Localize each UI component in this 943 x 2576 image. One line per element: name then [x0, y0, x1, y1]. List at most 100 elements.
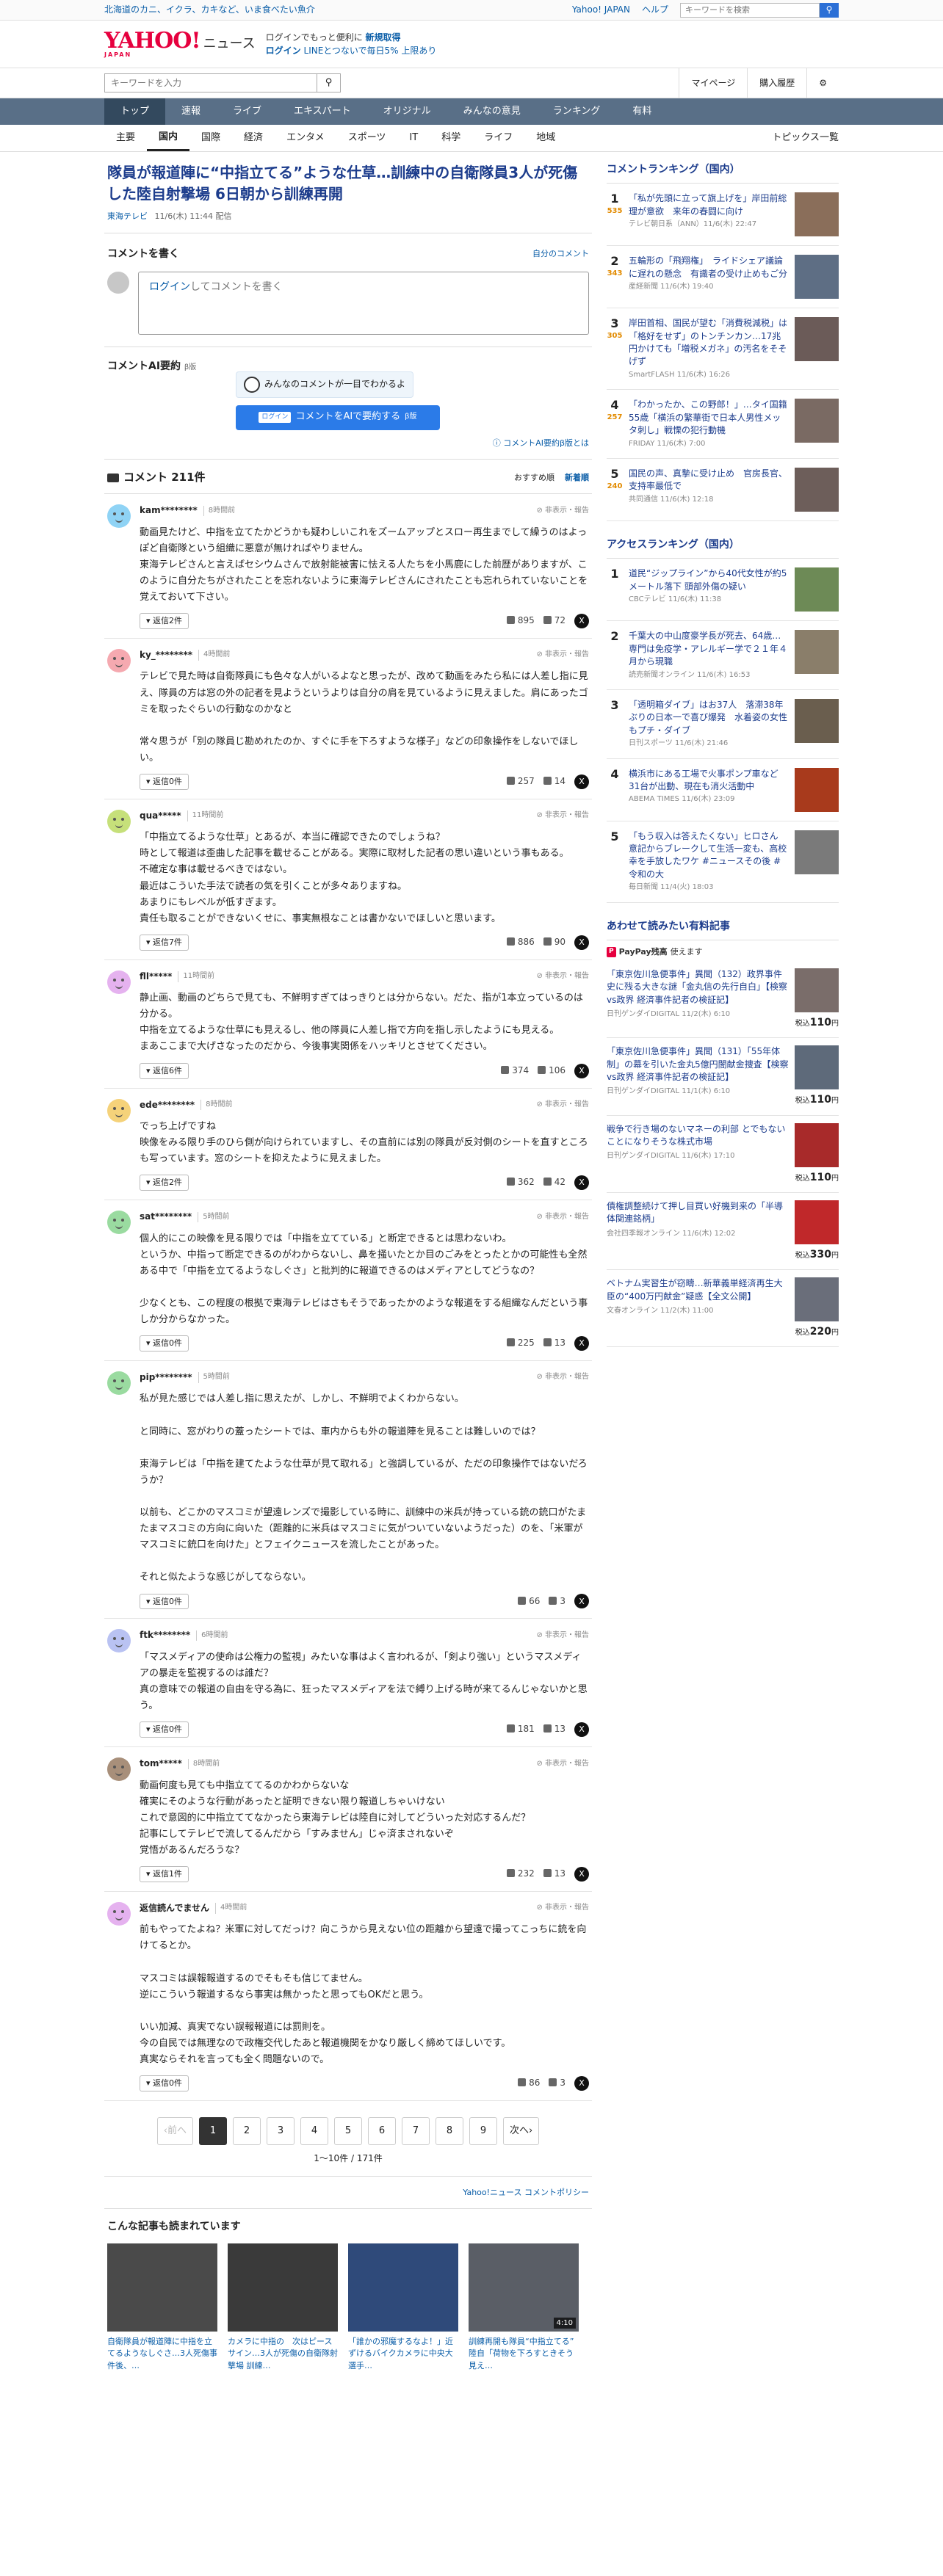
- search-icon[interactable]: ⚲: [317, 73, 341, 92]
- subnav-item[interactable]: IT: [397, 125, 430, 151]
- downvote-button[interactable]: 3: [549, 2077, 566, 2089]
- pager-page[interactable]: 1: [199, 2117, 227, 2146]
- upvote-button[interactable]: 66: [518, 1595, 540, 1608]
- comment-user[interactable]: ftk********: [140, 1629, 190, 1641]
- avatar[interactable]: [107, 1211, 131, 1235]
- related-article[interactable]: 自衛隊員が報道陣に中指を立てるようなしぐさ…3人死傷事件後、…: [107, 2243, 217, 2373]
- access-item[interactable]: 1 道民“ジップライン”から40代女性が約5メートル落下 頭部外傷の疑い CBCテレ…: [607, 559, 839, 622]
- downvote-button[interactable]: 42: [543, 1176, 566, 1189]
- access-item[interactable]: 2 千葉大の中山度豪学長が死去、64歳…専門は免疫学・アレルギー学で２１年４月から…: [607, 621, 839, 690]
- help-link[interactable]: ヘルプ: [642, 4, 668, 16]
- subnav-item[interactable]: 地域: [524, 125, 567, 151]
- x-share-icon[interactable]: X: [574, 1063, 589, 1078]
- report-link[interactable]: ⊘ 非表示・報告: [536, 1212, 589, 1223]
- report-link[interactable]: ⊘ 非表示・報告: [536, 1100, 589, 1111]
- report-link[interactable]: ⊘ 非表示・報告: [536, 650, 589, 661]
- report-link[interactable]: ⊘ 非表示・報告: [536, 810, 589, 821]
- report-link[interactable]: ⊘ 非表示・報告: [536, 1630, 589, 1641]
- article-source[interactable]: 東海テレビ: [107, 211, 148, 221]
- reply-button[interactable]: ▾ 返信6件: [140, 1062, 189, 1079]
- nav-item[interactable]: ライブ: [217, 98, 278, 125]
- upvote-button[interactable]: 362: [506, 1176, 535, 1189]
- my-comments-link[interactable]: 自分のコメント: [532, 248, 589, 260]
- access-item[interactable]: 5 「もう収入は答えたくない」ヒロさん 意記からブレークして生活一変も、高校幸を手…: [607, 821, 839, 903]
- access-item[interactable]: 3 「透明箱ダイブ」はお37人 落滞38年ぶりの日本一で喜び爆発 水着姿の女性もプ…: [607, 690, 839, 759]
- downvote-button[interactable]: 13: [543, 1723, 566, 1735]
- paid-article[interactable]: 「東京佐川急便事件」異聞（132）政界事件史に残る大きな謎「金丸信の先行自白」【…: [607, 961, 839, 1039]
- pager-page[interactable]: 3: [267, 2117, 295, 2146]
- reply-button[interactable]: ▾ 返信7件: [140, 934, 189, 951]
- x-share-icon[interactable]: X: [574, 935, 589, 950]
- avatar[interactable]: [107, 1757, 131, 1782]
- pager-page[interactable]: 4: [300, 2117, 328, 2146]
- downvote-button[interactable]: 13: [543, 1337, 566, 1349]
- upvote-button[interactable]: 86: [518, 2077, 540, 2089]
- reply-button[interactable]: ▾ 返信0件: [140, 1335, 189, 1352]
- comment-user[interactable]: 返信読んでません: [140, 1902, 209, 1915]
- upvote-button[interactable]: 886: [506, 936, 535, 948]
- upvote-button[interactable]: 232: [506, 1868, 535, 1880]
- paid-article[interactable]: ベトナム実習生が窃疇…新華義単経済再生大臣の“400万円献金”疑惑【全文公開】文…: [607, 1270, 839, 1348]
- nav-item[interactable]: みんなの意見: [447, 98, 537, 125]
- comment-user[interactable]: tom*****: [140, 1757, 182, 1770]
- access-item[interactable]: 4 横浜市にある工場で火事ポンプ車など31台が出動、現在も消火活動中 ABEMA T…: [607, 759, 839, 821]
- x-share-icon[interactable]: X: [574, 614, 589, 629]
- paid-article[interactable]: 債権調整続けて押し目買い好機到来の「半導体関連銘柄」 会社四季報オンライン 11/…: [607, 1193, 839, 1271]
- avatar[interactable]: [107, 1901, 131, 1926]
- pager-page[interactable]: 2: [233, 2117, 261, 2146]
- subnav-item[interactable]: 国内: [147, 125, 190, 151]
- reply-button[interactable]: ▾ 返信0件: [140, 1593, 189, 1610]
- avatar[interactable]: [107, 1371, 131, 1395]
- avatar[interactable]: [107, 1629, 131, 1653]
- login-link[interactable]: ログイン: [149, 281, 190, 293]
- nav-item[interactable]: エキスパート: [278, 98, 367, 125]
- ai-summarize-button[interactable]: ログイン コメントをAIで要約する β版: [236, 404, 440, 430]
- nav-item[interactable]: 有料: [616, 98, 668, 125]
- reply-button[interactable]: ▾ 返信1件: [140, 1866, 189, 1882]
- downvote-button[interactable]: 72: [543, 614, 566, 627]
- ai-about-link[interactable]: コメントAI要約β版とは: [503, 438, 589, 448]
- mypage-link[interactable]: マイページ: [679, 68, 747, 98]
- report-link[interactable]: ⊘ 非表示・報告: [536, 971, 589, 982]
- reply-button[interactable]: ▾ 返信0件: [140, 773, 189, 790]
- subnav-item[interactable]: ライフ: [472, 125, 524, 151]
- comment-user[interactable]: ede********: [140, 1099, 195, 1111]
- x-share-icon[interactable]: X: [574, 1594, 589, 1609]
- paid-article[interactable]: 戦争で行き場のないマネーの利部 とでもないことになりそうな株式市場 日刊ゲンダイD…: [607, 1116, 839, 1193]
- comment-user[interactable]: kam********: [140, 504, 198, 517]
- comment-user[interactable]: fll*****: [140, 970, 172, 983]
- x-share-icon[interactable]: X: [574, 1866, 589, 1882]
- related-article[interactable]: 4:10 訓練再開も隊員“中指立てる” 陸自「荷物を下ろすときそう見え…: [469, 2243, 582, 2373]
- sort-recommended[interactable]: おすすめ順: [514, 472, 554, 484]
- nav-item[interactable]: オリジナル: [367, 98, 447, 125]
- avatar[interactable]: [107, 970, 131, 994]
- ranking-item[interactable]: 5 240 国民の声、真摯に受け止め 官房長官、支持率最低で 共同通信 11/6(木)…: [607, 459, 839, 522]
- pager-page[interactable]: 6: [368, 2117, 396, 2146]
- pager-page[interactable]: 7: [402, 2117, 430, 2146]
- subnav-item[interactable]: 科学: [430, 125, 472, 151]
- comment-user[interactable]: ky_********: [140, 649, 192, 661]
- downvote-button[interactable]: 13: [543, 1868, 566, 1880]
- yahoo-logo[interactable]: YAHOO! JAPAN: [104, 30, 201, 58]
- ranking-item[interactable]: 4 257 「わかったか、この野郎！」…タイ国籍55歳「横浜の繁華街で日本人男性メッ…: [607, 390, 839, 460]
- top-search-input[interactable]: [680, 3, 820, 18]
- service-name[interactable]: ニュース: [203, 35, 256, 54]
- ranking-item[interactable]: 3 305 岸田首相、国民が望む「消費税減税」は「格好をせず」のトンチンカン…17兆…: [607, 308, 839, 391]
- avatar[interactable]: [107, 504, 131, 529]
- report-link[interactable]: ⊘ 非表示・報告: [536, 1759, 589, 1770]
- comment-policy-link[interactable]: Yahoo!ニュース コメントポリシー: [104, 2177, 592, 2209]
- pager-page[interactable]: 5: [334, 2117, 362, 2146]
- reply-button[interactable]: ▾ 返信0件: [140, 2075, 189, 2092]
- top-promo-link[interactable]: 北海道のカニ、イクラ、カキなど、いま食べたい魚介: [104, 4, 572, 16]
- news-search-input[interactable]: [104, 73, 317, 92]
- ranking-item[interactable]: 1 535 「私が先頭に立って旗上げを」岸田前総理が意欲 来年の春闘に向け テレビ朝日…: [607, 184, 839, 247]
- pager-page[interactable]: 8: [436, 2117, 463, 2146]
- related-article[interactable]: 「誰かの邪魔するなよ！」近ずけるバイクカメラに中央大選手…: [348, 2243, 458, 2373]
- related-article[interactable]: カメラに中指の 次はピースサイン…3人が死傷の自衛隊射撃場 訓練…: [228, 2243, 338, 2373]
- subnav-item[interactable]: スポーツ: [336, 125, 398, 151]
- report-link[interactable]: ⊘ 非表示・報告: [536, 1903, 589, 1914]
- x-share-icon[interactable]: X: [574, 2076, 589, 2091]
- x-share-icon[interactable]: X: [574, 774, 589, 789]
- gear-icon[interactable]: ⚙: [806, 68, 839, 98]
- signup-link[interactable]: 新規取得: [366, 32, 401, 43]
